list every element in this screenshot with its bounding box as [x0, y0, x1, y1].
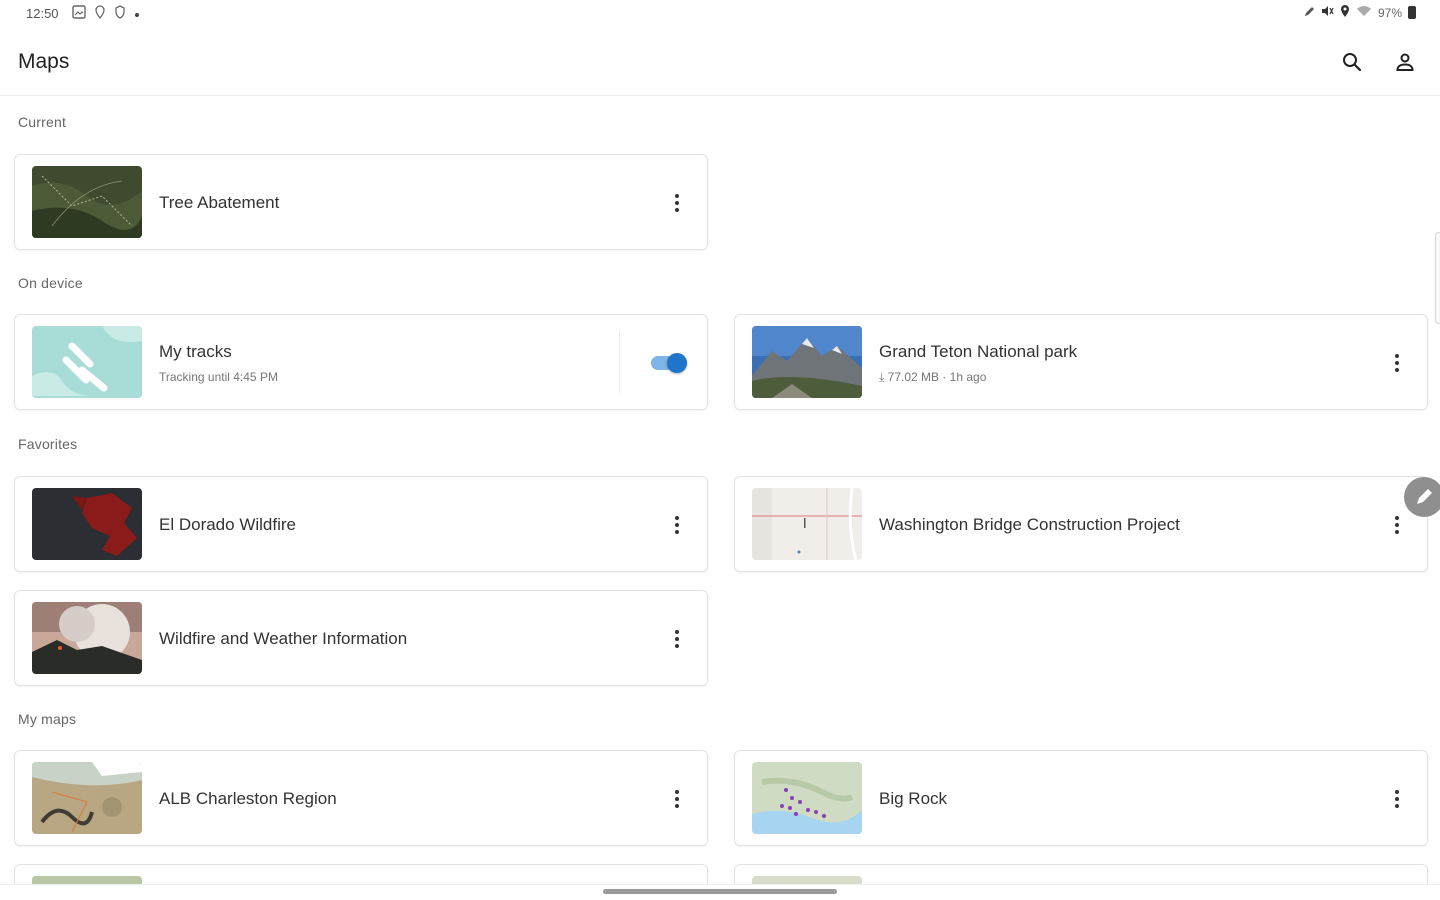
image-icon [72, 5, 86, 23]
wifi-icon [1356, 5, 1372, 20]
map-thumbnail [752, 762, 862, 834]
map-thumbnail [32, 602, 142, 674]
map-card-title: Grand Teton National park [879, 342, 1078, 361]
mute-icon [1321, 5, 1334, 20]
pencil-icon [1304, 6, 1315, 20]
map-card-title: Washington Bridge Construction Project [879, 515, 1180, 534]
battery-icon [1408, 6, 1416, 19]
tracking-toggle[interactable] [651, 353, 687, 373]
map-card-title: El Dorado Wildfire [159, 515, 296, 534]
location-pin-icon [94, 5, 106, 23]
page-title: Maps [18, 50, 70, 73]
dot-icon [134, 6, 140, 22]
search-button[interactable] [1336, 46, 1368, 78]
map-card-big-rock[interactable]: Big Rock [734, 750, 1428, 846]
more-options-icon[interactable] [665, 509, 689, 541]
map-thumbnail [32, 488, 142, 560]
divider [619, 331, 620, 393]
map-thumbnail [752, 326, 862, 398]
map-card-wildfire-weather[interactable]: Wildfire and Weather Information [14, 590, 708, 686]
tracks-thumbnail [32, 326, 142, 398]
map-card-title: Big Rock [879, 789, 948, 808]
location-icon [1340, 5, 1350, 20]
search-icon [1343, 53, 1362, 72]
map-card-title: Tree Abatement [159, 193, 280, 212]
section-current: Current [18, 114, 67, 130]
status-left-icons [72, 5, 140, 23]
section-favorites: Favorites [18, 436, 78, 452]
map-card-washington-bridge[interactable]: Washington Bridge Construction Project [734, 476, 1428, 572]
battery-text: 97% [1377, 5, 1402, 20]
map-card-my-tracks[interactable]: My tracks Tracking until 4:45 PM [14, 314, 708, 410]
more-options-icon[interactable] [665, 187, 689, 219]
map-card-tree-abatement[interactable]: Tree Abatement [14, 154, 708, 250]
more-options-icon[interactable] [1385, 509, 1409, 541]
account-icon [1396, 53, 1414, 71]
app-bar: Maps [0, 28, 1440, 96]
download-icon: ⤓ [879, 370, 888, 384]
side-panel-handle[interactable] [1435, 232, 1440, 324]
account-button[interactable] [1389, 46, 1421, 78]
gesture-nav-handle[interactable] [603, 889, 837, 894]
more-options-icon[interactable] [665, 783, 689, 815]
more-options-icon[interactable] [1385, 783, 1409, 815]
map-thumbnail [752, 488, 862, 560]
map-card-title: Wildfire and Weather Information [159, 629, 408, 648]
download-size-age: 77.02 MB · 1h ago [887, 370, 987, 384]
status-bar: 12:50 97% [0, 0, 1440, 28]
more-options-icon[interactable] [1385, 347, 1409, 379]
map-card-el-dorado-wildfire[interactable]: El Dorado Wildfire [14, 476, 708, 572]
section-my-maps: My maps [18, 711, 77, 727]
tracking-status: Tracking until 4:45 PM [159, 370, 278, 384]
pencil-icon [1417, 489, 1432, 504]
map-card-grand-teton[interactable]: Grand Teton National park ⤓ 77.02 MB · 1… [734, 314, 1428, 410]
shield-icon [114, 5, 126, 23]
map-card-alb-charleston[interactable]: ALB Charleston Region [14, 750, 708, 846]
map-card-title: My tracks [159, 342, 232, 361]
more-options-icon[interactable] [665, 623, 689, 655]
map-card-title: ALB Charleston Region [159, 789, 337, 808]
map-thumbnail [32, 166, 142, 238]
map-thumbnail [32, 762, 142, 834]
status-time: 12:50 [26, 6, 59, 21]
download-info: ⤓ 77.02 MB · 1h ago [879, 370, 986, 385]
status-right-icons: 97% [1304, 5, 1416, 20]
section-on-device: On device [18, 275, 83, 291]
edit-fab[interactable] [1404, 477, 1440, 517]
